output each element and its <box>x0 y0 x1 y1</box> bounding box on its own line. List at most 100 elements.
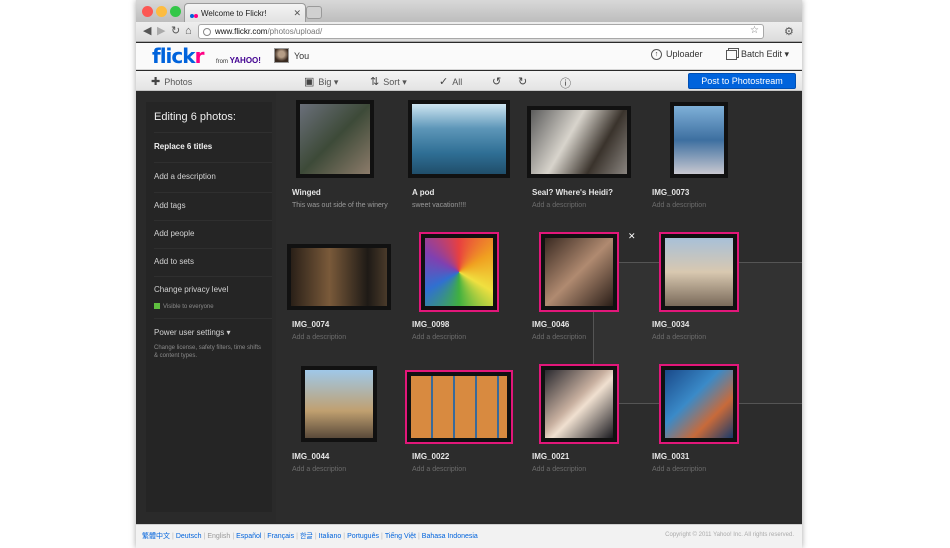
photo-title[interactable]: IMG_0034 <box>652 320 689 329</box>
language-link[interactable]: Italiano <box>319 533 342 540</box>
photo-title[interactable]: IMG_0022 <box>412 452 449 461</box>
flickr-logo[interactable]: flickr <box>152 44 204 68</box>
photo-description[interactable]: Add a description <box>652 466 706 473</box>
batch-edit-icon <box>726 49 737 60</box>
checkmark-icon: ✓ <box>439 76 449 88</box>
language-link[interactable]: 한글 <box>300 533 313 540</box>
url-path: /photos/upload/ <box>267 27 323 36</box>
remove-photo-icon[interactable]: ✕ <box>628 231 636 242</box>
photo-tile[interactable]: IMG_0031 Add a description <box>646 364 756 492</box>
photo-thumbnail[interactable] <box>659 364 739 444</box>
sidebar-item-add-description[interactable]: Add a description <box>154 162 272 181</box>
photo-thumbnail[interactable] <box>287 244 391 310</box>
photo-description[interactable]: Add a description <box>532 202 586 209</box>
minimize-window-button[interactable] <box>156 6 167 17</box>
photo-tile[interactable]: IMG_0046 Add a description <box>526 232 636 360</box>
photo-tile[interactable]: IMG_0074 Add a description <box>286 232 396 360</box>
photo-tile[interactable]: IMG_0034 Add a description <box>646 232 756 360</box>
photo-thumbnail[interactable] <box>539 232 619 312</box>
photo-description[interactable]: Add a description <box>412 334 466 341</box>
photo-description[interactable]: Add a description <box>292 466 346 473</box>
wrench-icon[interactable]: ⚙ <box>784 25 794 38</box>
language-link[interactable]: Español <box>236 533 261 540</box>
photo-title[interactable]: IMG_0021 <box>532 452 569 461</box>
photo-title[interactable]: Winged <box>292 188 321 197</box>
forward-icon[interactable]: ▶ <box>157 25 165 38</box>
photo-tile[interactable]: IMG_0073 Add a description <box>646 100 756 228</box>
sidebar-item-add-people[interactable]: Add people <box>154 220 272 238</box>
photo-thumbnail[interactable] <box>405 370 513 444</box>
post-to-photostream-button[interactable]: Post to Photostream <box>688 73 796 89</box>
rotate-left-icon[interactable]: ↺ <box>492 75 505 88</box>
photo-title[interactable]: IMG_0073 <box>652 188 689 197</box>
photo-thumbnail[interactable] <box>670 102 728 178</box>
photo-thumbnail[interactable] <box>419 232 499 312</box>
reload-icon[interactable]: ↻ <box>171 25 180 38</box>
address-bar[interactable]: www.flickr.com/photos/upload/ ☆ <box>198 24 764 39</box>
new-tab-button[interactable] <box>306 6 322 19</box>
language-separator: | <box>343 533 346 540</box>
browser-tab[interactable]: Welcome to Flickr! ✕ <box>184 3 306 22</box>
photo-tile[interactable]: Seal? Where's Heidi? Add a description <box>526 100 636 228</box>
sidebar-item-add-to-sets[interactable]: Add to sets <box>154 248 272 266</box>
batch-edit-menu[interactable]: Batch Edit ▾ <box>726 49 789 60</box>
photo-tile[interactable]: IMG_0044 Add a description <box>286 364 396 492</box>
rotate-right-icon[interactable]: ↻ <box>518 75 531 88</box>
select-all-button[interactable]: ✓ All <box>439 75 462 88</box>
sidebar-item-add-tags[interactable]: Add tags <box>154 192 272 210</box>
photo-thumbnail[interactable] <box>527 106 631 178</box>
photo-thumbnail[interactable] <box>408 100 510 178</box>
photo-title[interactable]: IMG_0098 <box>412 320 449 329</box>
close-window-button[interactable] <box>142 6 153 17</box>
sidebar-item-power-settings[interactable]: Power user settings ▾ <box>154 318 272 337</box>
photo-thumbnail[interactable] <box>301 366 377 442</box>
language-link[interactable]: English <box>207 533 230 540</box>
photo-title[interactable]: IMG_0031 <box>652 452 689 461</box>
size-menu[interactable]: ▣ Big ▾ <box>304 75 338 88</box>
avatar[interactable] <box>274 48 289 63</box>
zoom-window-button[interactable] <box>170 6 181 17</box>
uploader-link[interactable]: ↑ Uploader <box>651 49 703 61</box>
photo-title[interactable]: IMG_0074 <box>292 320 329 329</box>
language-link[interactable]: Français <box>267 533 294 540</box>
photo-tile[interactable]: A pod sweet vacation!!!! <box>406 100 516 228</box>
edit-toolbar: ✚ Photos ▣ Big ▾ ⇅ Sort ▾ ✓ All ↺ ↻ ⓘ Post t… <box>136 71 802 91</box>
back-icon[interactable]: ◀ <box>143 25 151 38</box>
photo-description[interactable]: sweet vacation!!!! <box>412 202 466 209</box>
sidebar-item-replace-titles[interactable]: Replace 6 titles <box>154 132 272 151</box>
photo-title[interactable]: A pod <box>412 188 434 197</box>
language-link[interactable]: Bahasa Indonesia <box>422 533 478 540</box>
add-photos-button[interactable]: ✚ Photos <box>151 75 192 88</box>
bookmark-star-icon[interactable]: ☆ <box>750 25 759 36</box>
language-link[interactable]: 繁體中文 <box>142 533 170 540</box>
photo-tile[interactable]: IMG_0022 Add a description <box>405 364 516 492</box>
photo-description[interactable]: Add a description <box>652 202 706 209</box>
photo-title[interactable]: IMG_0046 <box>532 320 569 329</box>
photo-tile[interactable]: IMG_0021 Add a description <box>526 364 636 492</box>
photo-title[interactable]: Seal? Where's Heidi? <box>532 188 613 197</box>
photo-thumbnail[interactable] <box>539 364 619 444</box>
browser-window: Welcome to Flickr! ✕ ◀ ▶ ↻ ⌂ www.flickr.… <box>136 0 802 548</box>
photo-description[interactable]: Add a description <box>532 466 586 473</box>
photo-title[interactable]: IMG_0044 <box>292 452 329 461</box>
tab-close-icon[interactable]: ✕ <box>293 8 301 19</box>
photo-thumbnail[interactable] <box>659 232 739 312</box>
edit-sidebar: Editing 6 photos: Replace 6 titles Add a… <box>146 102 272 512</box>
photo-description[interactable]: Add a description <box>652 334 706 341</box>
sort-menu[interactable]: ⇅ Sort ▾ <box>370 75 407 88</box>
user-name[interactable]: You <box>294 51 309 61</box>
photo-tile[interactable]: Winged This was out side of the winery <box>286 100 396 228</box>
photo-description[interactable]: Add a description <box>532 334 586 341</box>
language-separator: | <box>172 533 174 540</box>
photo-description[interactable]: Add a description <box>412 466 466 473</box>
photo-description[interactable]: Add a description <box>292 334 346 341</box>
home-icon[interactable]: ⌂ <box>185 25 192 38</box>
photo-thumbnail[interactable] <box>296 100 374 178</box>
language-link[interactable]: Português <box>347 533 379 540</box>
photo-tile[interactable]: IMG_0098 Add a description <box>406 232 516 360</box>
info-icon[interactable]: ⓘ <box>560 75 575 91</box>
photo-description[interactable]: This was out side of the winery <box>292 202 388 209</box>
language-link[interactable]: Tiếng Việt <box>385 533 416 540</box>
language-link[interactable]: Deutsch <box>176 533 202 540</box>
sidebar-item-privacy[interactable]: Change privacy level <box>154 276 272 294</box>
